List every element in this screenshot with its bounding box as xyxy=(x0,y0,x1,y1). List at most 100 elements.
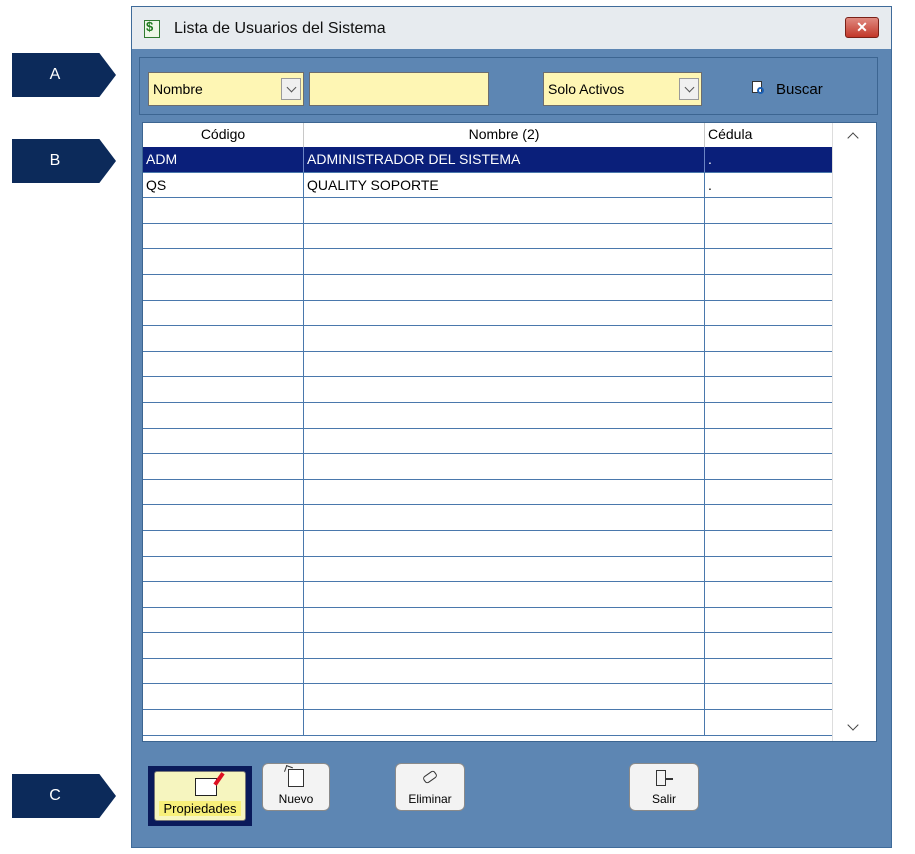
cell-codigo[interactable]: QS xyxy=(143,172,304,198)
cell-nombre xyxy=(304,710,705,735)
delete-button[interactable]: Eliminar xyxy=(395,763,465,811)
empty-row xyxy=(143,377,833,403)
cell-cedula xyxy=(705,633,833,658)
table-row[interactable]: QS QUALITY SOPORTE. xyxy=(143,172,833,199)
search-icon xyxy=(750,81,766,97)
cell-nombre xyxy=(304,351,705,377)
search-field-select[interactable]: Nombre xyxy=(148,72,304,106)
cell-nombre xyxy=(304,556,705,582)
cell-cedula xyxy=(705,198,833,223)
cell-nombre xyxy=(304,249,705,274)
cell-codigo xyxy=(143,710,304,735)
cell-nombre xyxy=(304,684,705,710)
empty-row xyxy=(143,428,833,455)
cell-nombre xyxy=(304,607,705,633)
search-field-value: Nombre xyxy=(153,81,203,97)
window-title: Lista de Usuarios del Sistema xyxy=(174,20,386,37)
properties-button[interactable]: Propiedades xyxy=(154,771,246,821)
cell-cedula xyxy=(705,505,833,530)
cell-nombre xyxy=(304,530,705,556)
status-filter-select[interactable]: Solo Activos xyxy=(543,72,702,106)
scroll-up-icon[interactable] xyxy=(832,125,876,147)
empty-row xyxy=(143,556,833,583)
empty-row xyxy=(143,658,833,685)
column-header-codigo[interactable]: Código xyxy=(143,123,304,147)
cell-cedula xyxy=(705,351,833,377)
cell-codigo xyxy=(143,556,304,582)
cell-cedula xyxy=(705,556,833,582)
cell-nombre xyxy=(304,479,705,505)
table-row[interactable]: ADM ADMINISTRADOR DEL SISTEMA. xyxy=(143,147,833,173)
cell-codigo xyxy=(143,658,304,684)
table-header: Código Nombre (2) Cédula xyxy=(143,123,833,148)
search-toolbar: Nombre Solo Activos Buscar xyxy=(139,57,878,115)
new-button[interactable]: Nuevo xyxy=(262,763,330,811)
properties-button-label: Propiedades xyxy=(159,801,241,816)
delete-button-label: Eliminar xyxy=(408,792,452,806)
cell-nombre[interactable]: ADMINISTRADOR DEL SISTEMA xyxy=(304,147,705,172)
cell-nombre xyxy=(304,223,705,249)
column-header-cedula[interactable]: Cédula xyxy=(705,123,833,147)
search-button-label: Buscar xyxy=(776,80,823,98)
empty-row xyxy=(143,710,833,736)
exit-button[interactable]: Salir xyxy=(629,763,699,811)
cell-cedula[interactable]: . xyxy=(705,172,833,198)
cell-codigo xyxy=(143,274,304,300)
empty-row xyxy=(143,633,833,659)
empty-row xyxy=(143,223,833,250)
cell-cedula xyxy=(705,249,833,274)
cell-codigo xyxy=(143,326,304,351)
cell-cedula xyxy=(705,582,833,607)
callout-c-label: C xyxy=(49,787,61,804)
search-button[interactable]: Buscar xyxy=(750,76,823,102)
vertical-scrollbar[interactable] xyxy=(832,123,876,741)
empty-row xyxy=(143,198,833,224)
new-button-label: Nuevo xyxy=(278,792,314,806)
cell-nombre xyxy=(304,274,705,300)
empty-row xyxy=(143,274,833,301)
cell-codigo[interactable]: ADM xyxy=(143,147,304,172)
empty-row xyxy=(143,402,833,429)
cell-codigo xyxy=(143,428,304,454)
cell-cedula xyxy=(705,710,833,735)
chevron-down-icon[interactable] xyxy=(679,78,699,100)
users-list-window: Lista de Usuarios del Sistema ✕ Nombre S… xyxy=(131,6,892,848)
empty-row xyxy=(143,530,833,557)
edit-properties-icon xyxy=(195,778,217,796)
empty-row xyxy=(143,326,833,352)
search-input[interactable] xyxy=(309,72,489,106)
cell-nombre xyxy=(304,428,705,454)
chevron-down-icon[interactable] xyxy=(281,78,301,100)
callout-a: A xyxy=(12,53,116,97)
cell-cedula xyxy=(705,684,833,710)
cell-codigo xyxy=(143,633,304,658)
empty-row xyxy=(143,300,833,327)
empty-row xyxy=(143,351,833,378)
empty-row xyxy=(143,607,833,634)
eraser-icon xyxy=(420,769,440,789)
empty-row xyxy=(143,479,833,506)
cell-nombre xyxy=(304,377,705,402)
cell-nombre xyxy=(304,658,705,684)
table-body: ADM ADMINISTRADOR DEL SISTEMA. QS QUALITY S… xyxy=(143,147,833,736)
cell-cedula xyxy=(705,454,833,479)
cell-cedula[interactable]: . xyxy=(705,147,833,172)
cell-codigo xyxy=(143,684,304,710)
cell-codigo xyxy=(143,505,304,530)
cell-codigo xyxy=(143,479,304,505)
empty-row xyxy=(143,582,833,608)
callout-b: B xyxy=(12,139,116,183)
cell-codigo xyxy=(143,607,304,633)
column-header-nombre[interactable]: Nombre (2) xyxy=(304,123,705,147)
title-bar[interactable]: Lista de Usuarios del Sistema ✕ xyxy=(132,7,891,49)
cell-nombre[interactable]: QUALITY SOPORTE xyxy=(304,172,705,198)
callout-c: C xyxy=(12,774,116,818)
status-filter-value: Solo Activos xyxy=(548,81,625,97)
close-button[interactable]: ✕ xyxy=(845,17,879,38)
exit-button-label: Salir xyxy=(651,792,676,806)
properties-button-focus: Propiedades xyxy=(148,766,252,826)
scroll-down-icon[interactable] xyxy=(832,717,876,739)
cell-cedula xyxy=(705,377,833,402)
cell-cedula xyxy=(705,223,833,249)
cell-codigo xyxy=(143,300,304,326)
